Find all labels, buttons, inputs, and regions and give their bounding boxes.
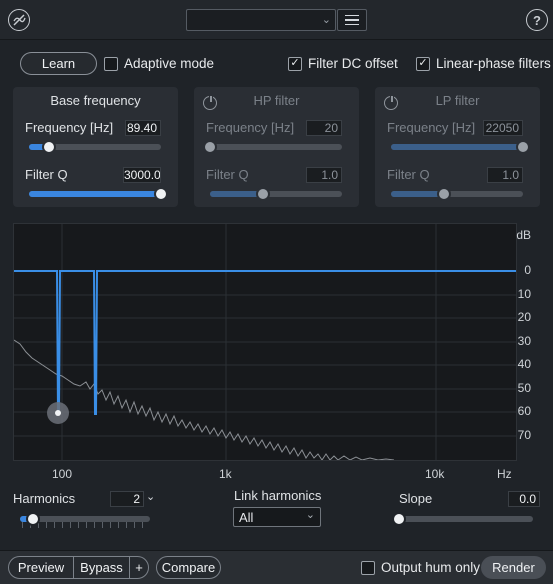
slope-slider[interactable] [392, 512, 533, 526]
base-frequency-slider[interactable] [29, 140, 161, 154]
chevron-down-icon[interactable]: ⌄ [146, 490, 155, 503]
learn-label: Learn [41, 56, 76, 71]
base-frequency-knob[interactable] [41, 140, 56, 154]
harmonics-value[interactable]: 2 [110, 491, 144, 507]
bottom-bar: Preview Bypass + Compare Output hum only… [0, 550, 553, 584]
chevron-down-icon: ⌄ [321, 14, 331, 26]
adaptive-mode-checkbox[interactable]: Adaptive mode [104, 56, 214, 71]
adaptive-mode-label: Adaptive mode [124, 56, 215, 71]
base-filter-q-fill [29, 191, 161, 197]
hp-frequency-label: Frequency [Hz] [206, 120, 295, 135]
lp-frequency-slider[interactable] [391, 140, 530, 154]
db-tick-label: 0 [524, 263, 531, 277]
plus-label: + [135, 560, 143, 575]
slope-label: Slope [399, 491, 433, 506]
top-bar: ⌄ ? [0, 0, 553, 40]
compare-label: Compare [161, 560, 216, 575]
lp-frequency-knob[interactable] [516, 140, 530, 154]
preset-select[interactable]: ⌄ [186, 9, 336, 31]
hp-frequency-value[interactable]: 20 [306, 120, 342, 136]
lp-frequency-value[interactable]: 22050 [483, 120, 523, 136]
hp-filter-panel: HP filter Frequency [Hz] 20 Filter Q 1.0 [194, 87, 359, 207]
link-harmonics-select[interactable]: All ⌄ [233, 507, 321, 527]
linear-phase-checkbox[interactable]: ✓ Linear-phase filters [416, 56, 551, 71]
render-label: Render [492, 560, 535, 575]
preview-label: Preview [17, 560, 65, 575]
lp-filter-q-knob[interactable] [436, 187, 451, 201]
base-frequency-panel: Base frequency Frequency [Hz] 89.40 Filt… [13, 87, 178, 207]
bypass-button[interactable]: Bypass [73, 556, 130, 579]
chevron-down-icon: ⌄ [305, 509, 315, 521]
hp-filter-q-knob[interactable] [255, 187, 270, 201]
freq-unit-label: Hz [497, 467, 512, 481]
db-tick-label: 40 [517, 357, 531, 371]
db-tick-label: 70 [517, 428, 531, 442]
base-frequency-title: Base frequency [50, 93, 141, 108]
db-tick-label: 10 [517, 287, 531, 301]
harmonics-slider[interactable] [20, 512, 150, 526]
harmonics-knob[interactable] [26, 512, 40, 526]
lp-filter-q-fill [391, 191, 444, 197]
preview-button[interactable]: Preview [8, 556, 74, 579]
harmonics-label: Harmonics [13, 491, 76, 506]
filter-dc-offset-checkbox[interactable]: ✓ Filter DC offset [288, 56, 398, 71]
hp-filter-title: HP filter [253, 93, 300, 108]
help-icon[interactable]: ? [526, 9, 548, 31]
hamburger-menu-icon[interactable] [337, 9, 367, 31]
link-harmonics-selected: All [239, 510, 254, 525]
slope-value[interactable]: 0.0 [508, 491, 540, 507]
hp-filter-q-value[interactable]: 1.0 [306, 167, 342, 183]
filter-dc-offset-box[interactable]: ✓ [288, 56, 302, 71]
db-tick-label: 20 [517, 310, 531, 324]
db-unit-label: dB [516, 228, 531, 242]
link-harmonics-label: Link harmonics [234, 488, 322, 503]
base-filter-q-label: Filter Q [25, 167, 68, 182]
bypass-label: Bypass [80, 560, 123, 575]
linear-phase-box[interactable]: ✓ [416, 56, 430, 71]
base-frequency-value[interactable]: 89.40 [125, 120, 161, 136]
base-filter-q-value[interactable]: 3000.0 [123, 167, 161, 183]
linear-phase-label: Linear-phase filters [436, 56, 551, 71]
output-hum-only-label: Output hum only [381, 560, 481, 575]
spectrum-graph-svg [13, 224, 516, 461]
hp-filter-q-label: Filter Q [206, 167, 249, 182]
output-hum-only-checkbox[interactable]: Output hum only [361, 560, 480, 575]
base-frequency-handle-center [55, 410, 61, 416]
freq-tick-label: 1k [219, 467, 232, 481]
lp-frequency-fill [391, 144, 523, 150]
db-tick-label: 50 [517, 381, 531, 395]
lp-filter-q-value[interactable]: 1.0 [487, 167, 523, 183]
slope-knob[interactable] [392, 512, 406, 526]
harmonics-ticks [22, 522, 150, 528]
freq-tick-label: 100 [52, 467, 73, 481]
lp-frequency-label: Frequency [Hz] [387, 120, 476, 135]
render-button[interactable]: Render [481, 556, 546, 579]
learn-button[interactable]: Learn [20, 52, 97, 75]
lp-filter-title: LP filter [435, 93, 480, 108]
lp-filter-q-label: Filter Q [387, 167, 430, 182]
grid-lines [14, 224, 516, 460]
hp-frequency-knob[interactable] [203, 140, 217, 154]
filter-dc-offset-label: Filter DC offset [308, 56, 398, 71]
hp-frequency-slider[interactable] [203, 140, 342, 154]
add-bypass-button[interactable]: + [129, 556, 149, 579]
db-tick-label: 30 [517, 334, 531, 348]
base-filter-q-slider[interactable] [29, 187, 168, 201]
base-frequency-label: Frequency [Hz] [25, 120, 114, 135]
db-tick-label: 60 [517, 404, 531, 418]
lp-filter-panel: LP filter Frequency [Hz] 22050 Filter Q … [375, 87, 540, 207]
lp-filter-q-slider[interactable] [391, 187, 523, 201]
hp-filter-q-slider[interactable] [210, 187, 342, 201]
output-hum-only-box[interactable] [361, 560, 375, 575]
spectrum-trace [13, 339, 395, 461]
hp-filter-q-fill [210, 191, 263, 197]
compare-button[interactable]: Compare [156, 556, 221, 579]
spectrum-graph[interactable] [13, 223, 517, 461]
rx-logo-icon [8, 9, 30, 31]
freq-tick-label: 10k [425, 467, 445, 481]
base-filter-q-knob[interactable] [154, 187, 168, 201]
adaptive-mode-box[interactable] [104, 56, 118, 71]
